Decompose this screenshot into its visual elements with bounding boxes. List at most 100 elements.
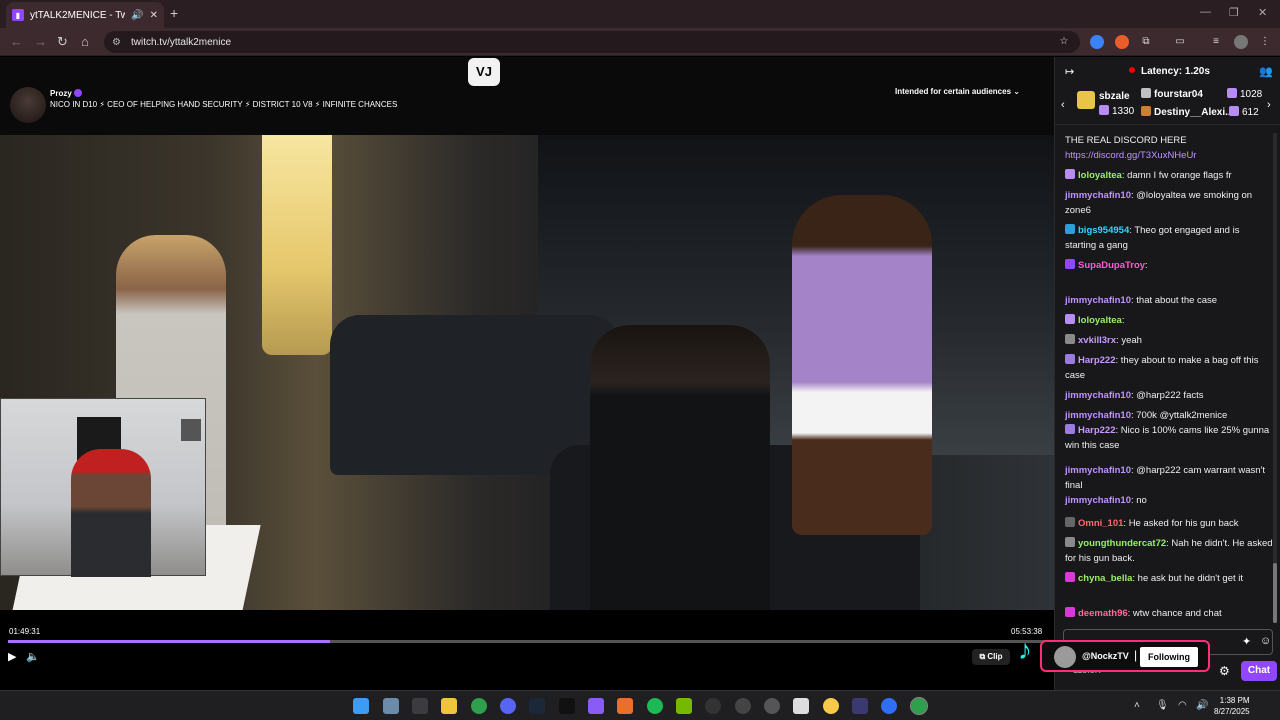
extension-shield-icon[interactable] (1090, 35, 1104, 49)
leaderboard-third-name[interactable]: Destiny__Alexi... (1154, 107, 1233, 118)
taskbar-clock[interactable]: 1:38 PM 8/27/2025 (1214, 695, 1250, 717)
chat-username[interactable]: jimmychafin10 (1065, 390, 1131, 401)
taskbar-chrome-icon[interactable] (471, 698, 487, 714)
chat-badge-icon[interactable] (1065, 334, 1075, 344)
restore-icon[interactable]: ❐ (1229, 6, 1239, 19)
sparkle-icon[interactable]: ✦ (1242, 635, 1251, 648)
community-users-icon[interactable]: 👥 (1259, 65, 1273, 78)
site-info-icon[interactable]: ⚙ (112, 37, 121, 48)
leaderboard-first-name[interactable]: sbzale (1099, 91, 1130, 102)
chat-text: : wtw chance and chat (1127, 608, 1222, 619)
chat-badge-icon[interactable] (1065, 607, 1075, 617)
reload-icon[interactable]: ↻ (57, 34, 68, 50)
chat-message: SupaDupaTroy: (1065, 258, 1273, 273)
leaderboard-next-icon[interactable]: › (1267, 99, 1271, 111)
taskbar-discord-icon[interactable] (500, 698, 516, 714)
chat-link[interactable]: https://discord.gg/T3XuxNHeUr (1065, 150, 1196, 161)
taskbar-app-icon[interactable] (559, 698, 575, 714)
taskbar-notion-icon[interactable] (793, 698, 809, 714)
taskbar-app3-icon[interactable] (881, 698, 897, 714)
chat-badge-icon[interactable] (1065, 314, 1075, 324)
collapse-chat-icon[interactable]: ↦ (1065, 65, 1074, 78)
taskbar-affinity-icon[interactable] (617, 698, 633, 714)
chat-username[interactable]: jimmychafin10 (1065, 190, 1131, 201)
wifi-icon[interactable]: ◠ (1178, 700, 1187, 711)
close-window-icon[interactable]: ✕ (1258, 6, 1267, 19)
chat-username[interactable]: xvkill3rx (1078, 335, 1116, 346)
chat-settings-gear-icon[interactable]: ⚙ (1219, 664, 1230, 678)
play-icon[interactable]: ▶ (8, 650, 16, 663)
chat-username[interactable]: jimmychafin10 (1065, 295, 1131, 306)
chat-badge-icon[interactable] (1065, 169, 1075, 179)
clip-button[interactable]: ⧉ Clip (972, 649, 1010, 665)
chat-username[interactable]: SupaDupaTroy (1078, 260, 1145, 271)
speaker-tray-icon[interactable]: 🔊 (1196, 700, 1208, 711)
reading-list-icon[interactable]: ≡ (1209, 35, 1223, 49)
chat-badge-icon[interactable] (1065, 424, 1075, 434)
cast-icon[interactable]: ▭ (1173, 35, 1187, 49)
chat-badge-icon[interactable] (1065, 517, 1075, 527)
channel-avatar[interactable] (10, 87, 46, 123)
seek-bar[interactable] (8, 640, 1046, 643)
minimize-icon[interactable]: — (1200, 6, 1211, 18)
chat-username[interactable]: Harp222 (1078, 355, 1116, 366)
taskbar-spotify-icon[interactable] (647, 698, 663, 714)
chat-username[interactable]: loloyaltea (1078, 170, 1122, 181)
chat-username[interactable]: jimmychafin10 (1065, 465, 1131, 476)
browser-tab[interactable]: ▮ ytTALK2MENICE - Twitch 🔊 ✕ (6, 2, 164, 28)
taskbar-obs-icon[interactable] (705, 698, 721, 714)
chat-badge-icon[interactable] (1065, 224, 1075, 234)
taskbar-file-explorer-icon[interactable] (441, 698, 457, 714)
taskbar-steam-icon[interactable] (529, 698, 545, 714)
chat-username[interactable]: jimmychafin10 (1065, 410, 1131, 421)
channel-name[interactable]: Prozy (50, 89, 72, 98)
bookmark-star-icon[interactable]: ☆ (1057, 35, 1071, 49)
chat-username[interactable]: Harp222 (1078, 425, 1116, 436)
close-tab-icon[interactable]: ✕ (150, 10, 158, 21)
taskbar-chrome-active-icon[interactable] (910, 697, 928, 715)
chat-username[interactable]: jimmychafin10 (1065, 495, 1131, 506)
taskbar-emoji-app-icon[interactable] (823, 698, 839, 714)
start-windows-icon[interactable] (353, 698, 369, 714)
tray-overflow-icon[interactable]: ˄ (1134, 700, 1140, 711)
chat-username[interactable]: loloyaltea (1078, 315, 1122, 326)
taskbar-photos-icon[interactable] (383, 698, 399, 714)
forward-icon[interactable]: → (34, 34, 47, 49)
chat-badge-icon[interactable] (1065, 537, 1075, 547)
taskbar-app2-icon[interactable] (852, 698, 868, 714)
chat-username[interactable]: bigs954954 (1078, 225, 1129, 236)
chat-username[interactable]: chyna_bella (1078, 573, 1132, 584)
emote-picker-icon[interactable]: ☺ (1260, 635, 1271, 647)
extension-fire-icon[interactable] (1115, 35, 1129, 49)
taskbar-nvidia-icon[interactable] (676, 698, 692, 714)
taskbar-edge-icon[interactable] (735, 698, 751, 714)
audience-disclaimer[interactable]: Intended for certain audiences ⌄ (895, 87, 1020, 96)
speaker-icon[interactable]: 🔊 (131, 10, 143, 21)
chat-send-button[interactable]: Chat (1241, 661, 1277, 681)
profile-avatar-icon[interactable] (1234, 35, 1248, 49)
new-tab-button[interactable]: + (170, 5, 178, 21)
chat-username[interactable]: youngthundercat72 (1078, 538, 1166, 549)
taskbar-terminal-icon[interactable] (412, 698, 428, 714)
taskbar-feather-icon[interactable] (588, 698, 604, 714)
chat-text: : he ask but he didn't get it (1132, 573, 1243, 584)
verified-badge-icon (73, 89, 82, 97)
home-icon[interactable]: ⌂ (81, 34, 89, 49)
back-icon[interactable]: ← (10, 34, 23, 49)
chat-username[interactable]: deemath96 (1078, 608, 1128, 619)
chat-scroll-thumb[interactable] (1273, 563, 1277, 623)
chat-scrollbar[interactable] (1273, 133, 1277, 623)
chat-username[interactable]: Omni_101 (1078, 518, 1123, 529)
volume-icon[interactable]: 🔈 (26, 650, 40, 663)
microphone-icon[interactable]: 🎙 (1156, 700, 1169, 711)
chat-badge-icon[interactable] (1065, 354, 1075, 364)
leaderboard-second-name[interactable]: fourstar04 (1154, 89, 1203, 100)
menu-kebab-icon[interactable]: ⋮ (1258, 35, 1272, 49)
extensions-puzzle-icon[interactable]: ⧉ (1139, 35, 1153, 49)
video-player[interactable]: Prozy NICO IN D10 ⚡ CEO OF HELPING HAND … (0, 57, 1054, 690)
taskbar-browser-icon[interactable] (764, 698, 780, 714)
chat-badge-icon[interactable] (1065, 572, 1075, 582)
chat-badge-icon[interactable] (1065, 259, 1075, 269)
leaderboard-prev-icon[interactable]: ‹ (1061, 99, 1065, 111)
address-bar[interactable]: ⚙ twitch.tv/yttalk2menice (104, 31, 1080, 53)
